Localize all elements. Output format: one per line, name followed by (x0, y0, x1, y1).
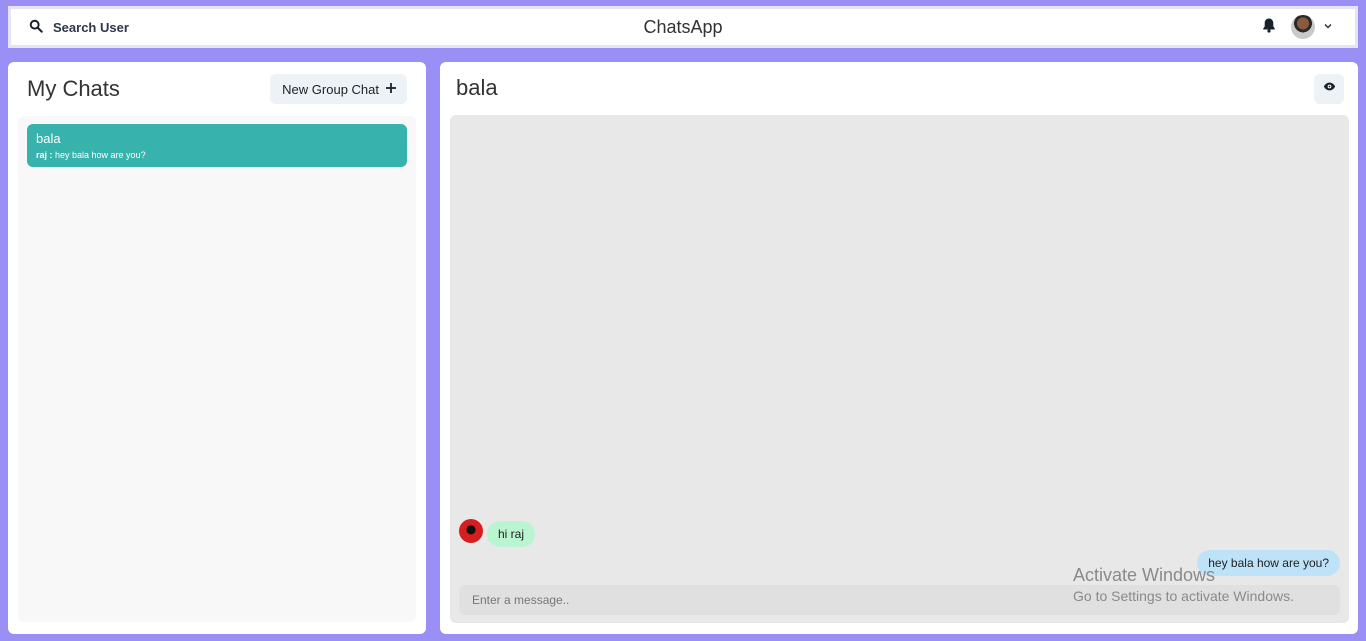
chat-preview: raj : hey bala how are you? (36, 149, 398, 161)
chat-preview-separator: : (47, 150, 56, 160)
view-profile-button[interactable] (1314, 74, 1344, 104)
chat-preview-sender: raj (36, 150, 48, 160)
chevron-down-icon (1323, 18, 1333, 36)
sent-message-bubble: hey bala how are you? (1197, 550, 1340, 576)
chat-name: bala (36, 131, 61, 146)
top-bar: Search User ChatsApp (8, 6, 1358, 48)
conversation-title: bala (456, 75, 498, 100)
messages-area: hi raj hey bala how are you? (450, 115, 1349, 623)
received-message-bubble: hi raj (487, 521, 536, 547)
new-group-chat-label: New Group Chat (282, 81, 379, 97)
eye-icon (1323, 80, 1336, 98)
chat-preview-text: hey bala how are you? (55, 150, 146, 160)
avatar (1291, 15, 1315, 39)
message-input[interactable] (459, 585, 1340, 615)
chat-list-item[interactable]: bala raj : hey bala how are you? (27, 124, 407, 167)
chat-list: bala raj : hey bala how are you? (18, 116, 416, 622)
search-icon (29, 19, 43, 36)
bell-icon[interactable] (1261, 17, 1277, 38)
search-user-label: Search User (53, 19, 129, 35)
plus-icon (385, 82, 397, 97)
search-user-button[interactable]: Search User (29, 19, 129, 36)
profile-menu-button[interactable] (1291, 15, 1333, 39)
new-group-chat-button[interactable]: New Group Chat (270, 74, 407, 104)
my-chats-panel: My Chats New Group Chat bala raj : hey b… (8, 62, 426, 634)
sender-avatar[interactable] (459, 519, 483, 543)
message-row: hi raj (459, 515, 536, 547)
conversation-panel: bala hi raj hey bala how are you? (440, 62, 1358, 634)
app-title: ChatsApp (643, 16, 723, 37)
my-chats-title: My Chats (27, 76, 120, 101)
